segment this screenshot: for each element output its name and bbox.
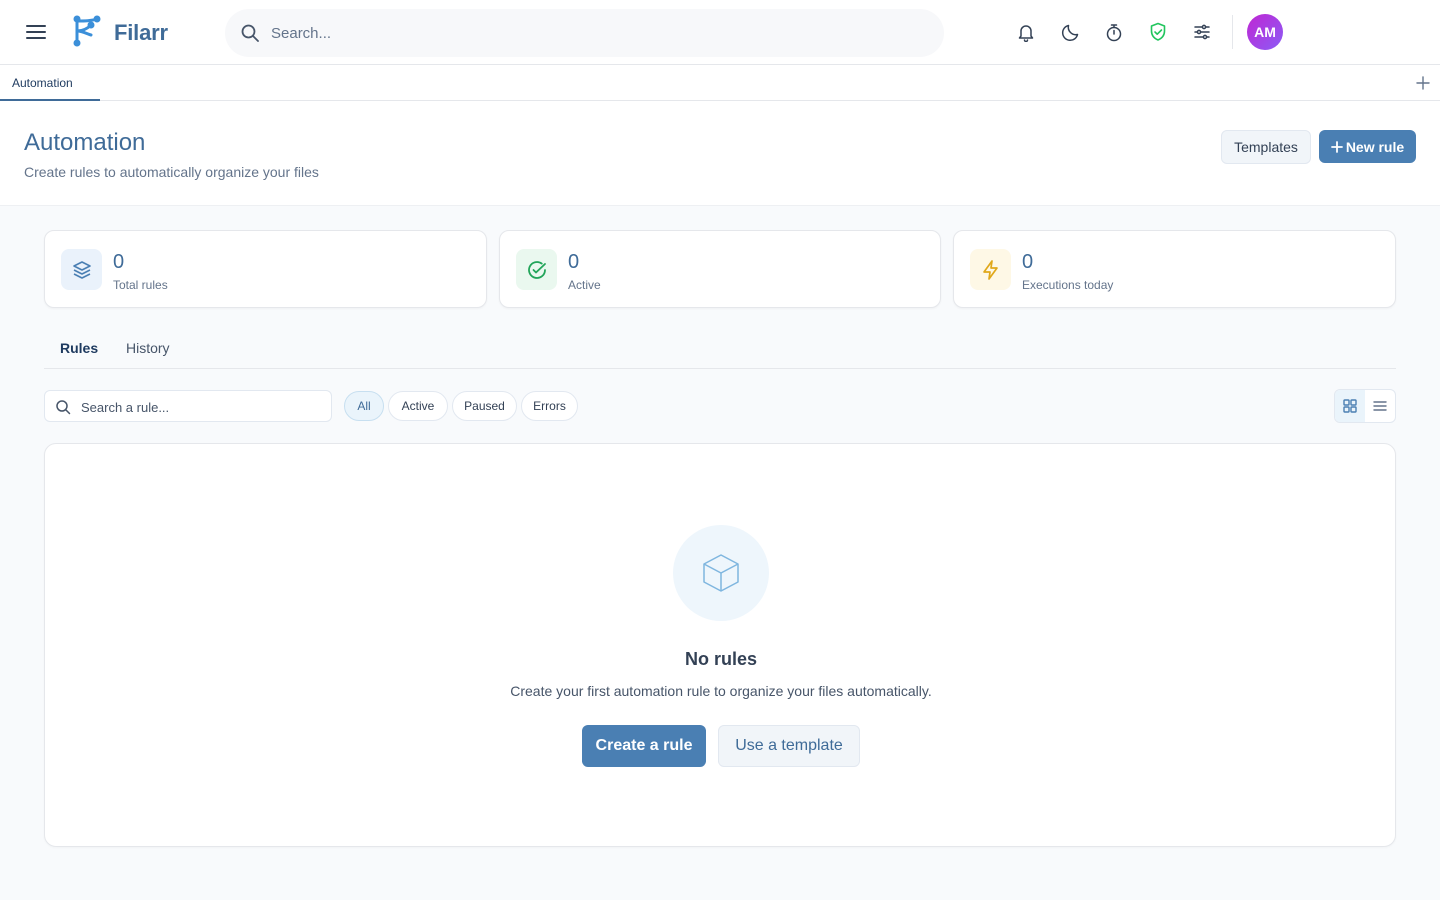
plus-icon xyxy=(1330,140,1343,153)
page-subtitle: Create rules to automatically organize y… xyxy=(24,164,319,180)
sliders-icon[interactable] xyxy=(1191,21,1213,43)
templates-button[interactable]: Templates xyxy=(1221,130,1311,164)
tab-rules[interactable]: Rules xyxy=(60,340,98,356)
empty-title: No rules xyxy=(684,649,758,669)
search-input[interactable] xyxy=(271,21,911,45)
stat-card-active: 0 Active xyxy=(499,230,941,308)
toolbar-divider xyxy=(1232,15,1233,49)
stat-label: Total rules xyxy=(113,278,168,292)
tab-automation[interactable]: Automation xyxy=(0,65,100,101)
stat-card-total-rules: 0 Total rules xyxy=(44,230,487,308)
stat-card-executions: 0 Executions today xyxy=(953,230,1396,308)
rule-search-input[interactable] xyxy=(81,397,321,417)
app-name: Filarr xyxy=(114,20,168,45)
filarr-logo-icon xyxy=(71,15,101,47)
stat-value: 0 xyxy=(113,251,125,273)
empty-description: Create your first automation rule to org… xyxy=(510,683,932,699)
filter-all[interactable]: All xyxy=(344,391,384,421)
user-avatar[interactable]: AM xyxy=(1247,14,1283,50)
lightning-icon xyxy=(970,249,1011,290)
filter-errors[interactable]: Errors xyxy=(521,391,578,421)
rules-history-tabs: Rules History xyxy=(44,331,1396,369)
moon-icon[interactable] xyxy=(1059,21,1081,43)
search-icon xyxy=(55,399,71,415)
layers-icon xyxy=(61,249,102,290)
tab-history[interactable]: History xyxy=(126,340,170,356)
cube-icon xyxy=(673,525,769,621)
global-search[interactable] xyxy=(225,9,944,57)
bell-icon[interactable] xyxy=(1015,21,1037,43)
grid-view-icon[interactable] xyxy=(1335,390,1365,422)
search-icon xyxy=(240,23,260,43)
stat-value: 0 xyxy=(568,251,580,273)
use-template-button[interactable]: Use a template xyxy=(718,725,860,767)
stat-value: 0 xyxy=(1022,251,1034,273)
page-header: Automation Create rules to automatically… xyxy=(0,101,1440,206)
timer-icon[interactable] xyxy=(1103,21,1125,43)
page-title: Automation xyxy=(24,129,146,156)
empty-state-card: No rules Create your first automation ru… xyxy=(44,443,1396,847)
add-tab-icon[interactable] xyxy=(1415,75,1431,91)
new-rule-label: New rule xyxy=(1345,138,1405,155)
rule-search[interactable] xyxy=(44,390,332,422)
check-circle-icon xyxy=(516,249,557,290)
list-view-icon[interactable] xyxy=(1365,390,1395,422)
view-toggle xyxy=(1334,389,1396,423)
shield-check-icon[interactable] xyxy=(1147,21,1169,43)
create-rule-button[interactable]: Create a rule xyxy=(582,725,706,767)
filter-active[interactable]: Active xyxy=(388,391,448,421)
filter-paused[interactable]: Paused xyxy=(452,391,517,421)
hamburger-menu-icon[interactable] xyxy=(24,20,48,44)
tab-bar: Automation xyxy=(0,65,1440,101)
new-rule-button[interactable]: New rule xyxy=(1319,130,1416,163)
stat-label: Executions today xyxy=(1022,278,1114,292)
stat-label: Active xyxy=(568,278,601,292)
top-bar: Filarr AM xyxy=(0,0,1440,65)
